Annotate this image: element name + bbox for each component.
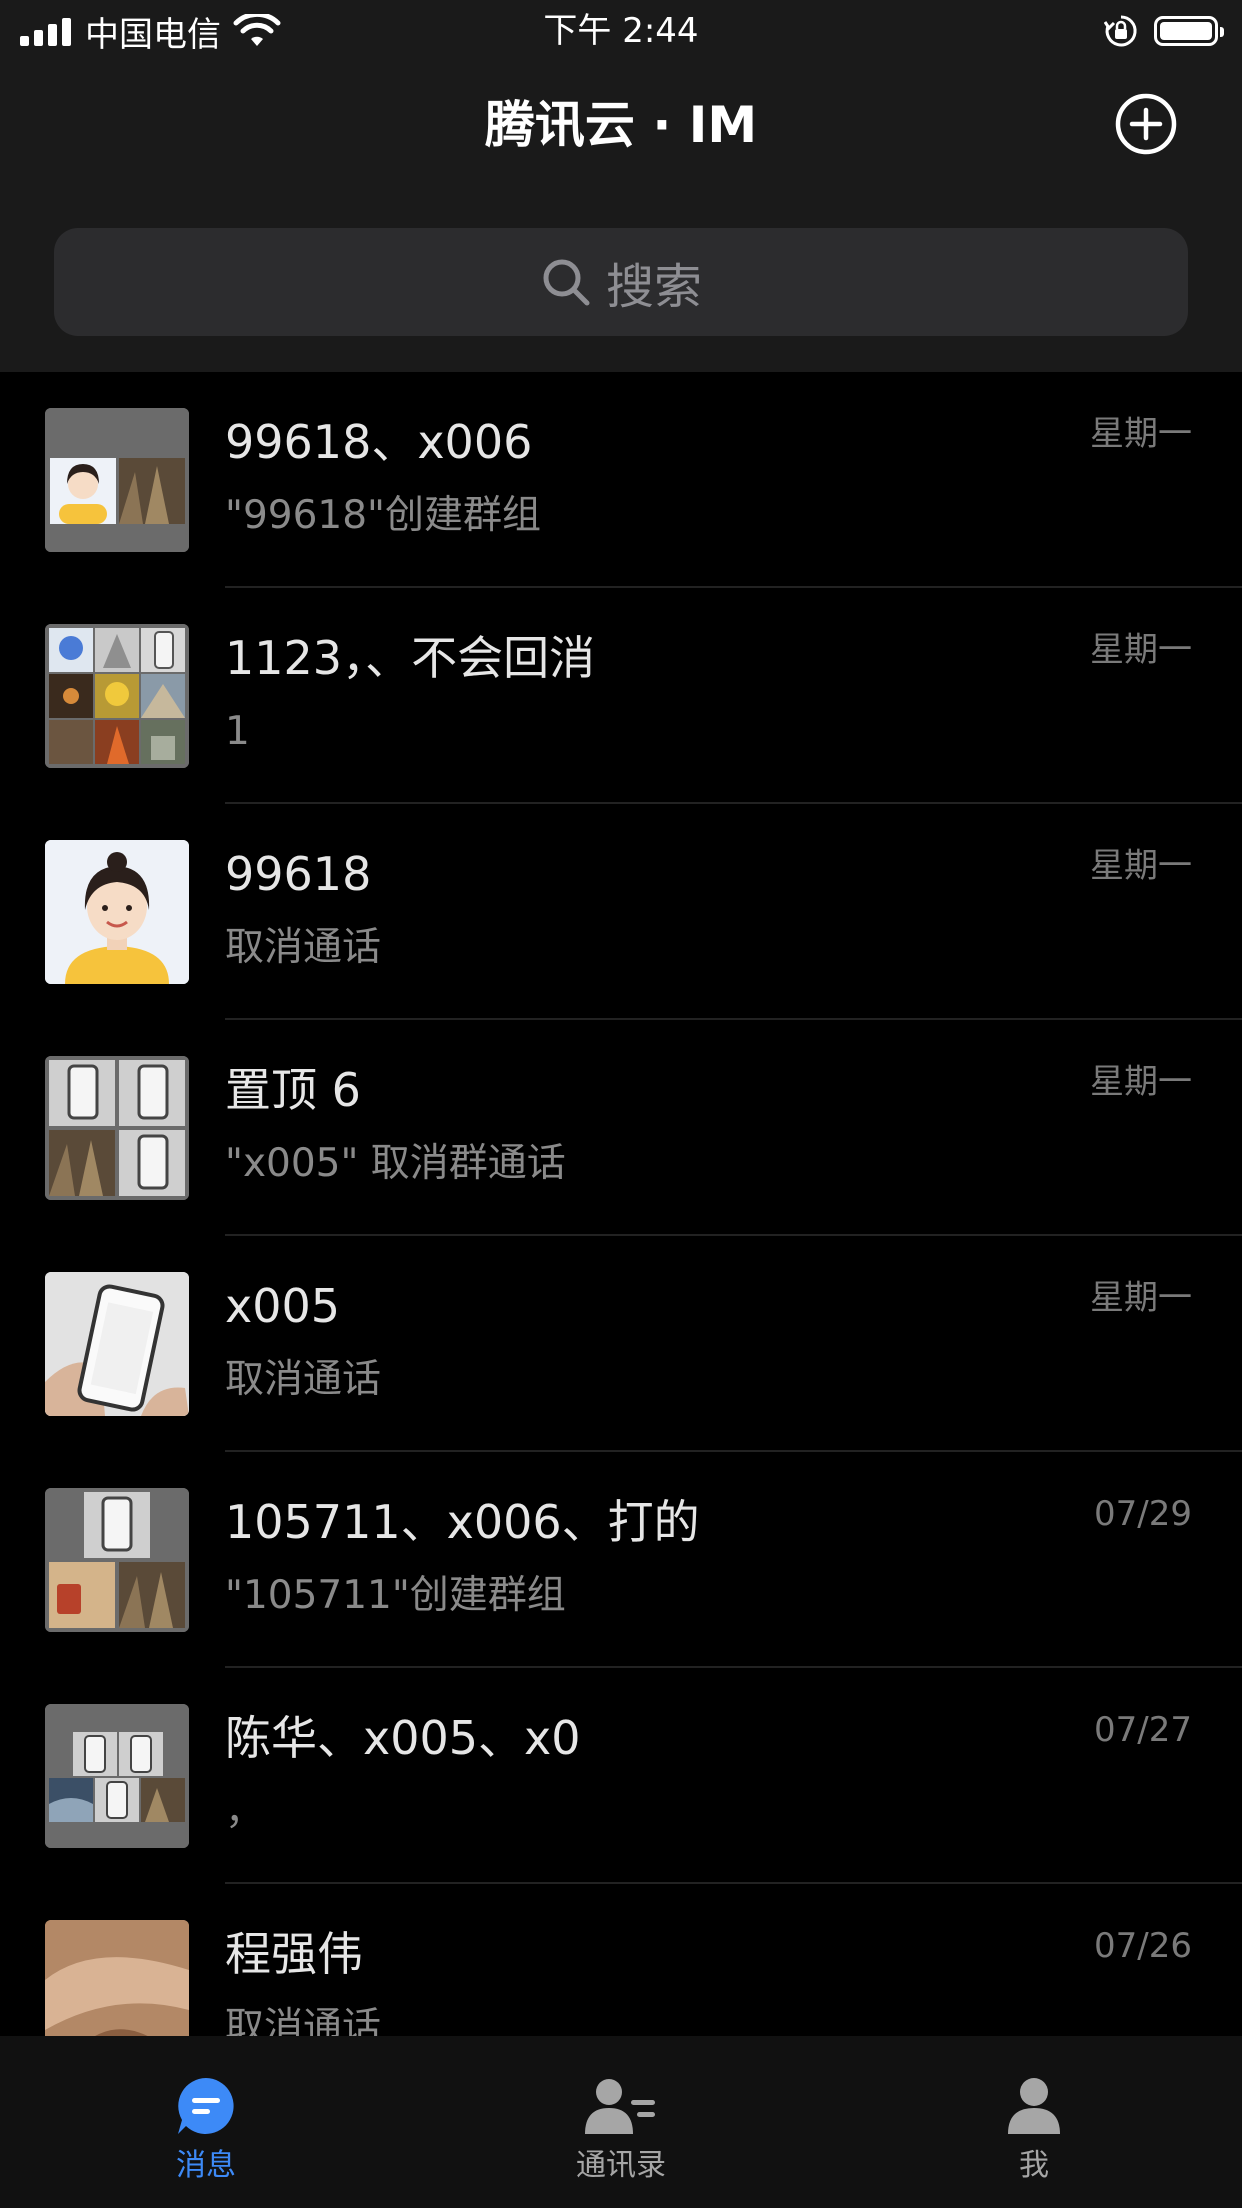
message-icon	[178, 2078, 234, 2134]
status-right	[1104, 10, 1224, 52]
conversation-last-message: "105711"创建群组	[225, 1573, 566, 1618]
search-icon	[543, 259, 590, 306]
conversation-item[interactable]: 陈华、x005、x0 ， 07/27	[0, 1668, 1242, 1884]
conversation-last-message: ，	[225, 1789, 265, 1834]
conversation-last-message: 取消通话	[225, 925, 382, 970]
conversation-time: 星期一	[1090, 1062, 1192, 1102]
add-circle-icon[interactable]	[1114, 92, 1178, 156]
search-input[interactable]: 搜索	[54, 228, 1188, 336]
group-avatar	[45, 1488, 189, 1632]
conversation-name: 99618、x006	[225, 415, 533, 469]
tab-messages[interactable]: 消息	[116, 2076, 296, 2196]
tab-label: 我	[1019, 2148, 1049, 2183]
conversation-item[interactable]: 1123，、不会回消 1 星期一	[0, 588, 1242, 804]
user-avatar	[45, 1920, 189, 2036]
conversation-time: 星期一	[1090, 630, 1192, 670]
conversation-item[interactable]: 99618、x006 "99618"创建群组 星期一	[0, 372, 1242, 588]
conversation-name: 程强伟	[225, 1927, 363, 1981]
conversation-time: 07/29	[1094, 1494, 1192, 1534]
tab-bar: 消息 通讯录 我	[0, 2036, 1242, 2208]
conversation-name: x005	[225, 1279, 341, 1333]
tab-label: 通讯录	[576, 2148, 666, 2183]
conversation-name: 置顶 6	[225, 1063, 361, 1117]
rotation-lock-icon	[1104, 15, 1137, 47]
conversation-last-message: 1	[225, 709, 250, 754]
conversation-name: 1123，、不会回消	[225, 631, 596, 685]
conversation-name: 105711、x006、打的	[225, 1495, 700, 1549]
status-time: 下午 2:44	[543, 11, 699, 51]
user-avatar	[45, 840, 189, 984]
conversation-last-message: "x005" 取消群通话	[225, 1141, 566, 1186]
group-avatar	[45, 408, 189, 552]
battery-icon	[1154, 16, 1224, 46]
contacts-icon	[585, 2079, 655, 2134]
group-avatar	[45, 624, 189, 768]
conversation-last-message: 取消通话	[225, 2005, 382, 2036]
group-avatar	[45, 1704, 189, 1848]
conversation-last-message: "99618"创建群组	[225, 493, 541, 538]
conversation-item[interactable]: 99618 取消通话 星期一	[0, 804, 1242, 1020]
user-avatar	[45, 1272, 189, 1416]
conversation-time: 星期一	[1090, 1278, 1192, 1318]
conversation-time: 星期一	[1090, 846, 1192, 886]
tab-contacts[interactable]: 通讯录	[531, 2076, 711, 2196]
conversation-last-message: 取消通话	[225, 1357, 382, 1402]
conversation-time: 星期一	[1090, 414, 1192, 454]
conversation-item[interactable]: 置顶 6 "x005" 取消群通话 星期一	[0, 1020, 1242, 1236]
conversation-time: 07/26	[1094, 1926, 1192, 1966]
page-title: 腾讯云 · IM	[484, 96, 758, 154]
tab-me[interactable]: 我	[944, 2076, 1124, 2196]
profile-icon	[1008, 2078, 1060, 2134]
conversation-name: 99618	[225, 847, 372, 901]
conversation-item[interactable]: 105711、x006、打的 "105711"创建群组 07/29	[0, 1452, 1242, 1668]
nav-bar: 腾讯云 · IM 搜索	[0, 62, 1242, 372]
status-bar: 中国电信 下午 2:44	[0, 0, 1242, 62]
conversation-item[interactable]: x005 取消通话 星期一	[0, 1236, 1242, 1452]
conversation-item[interactable]: 程强伟 取消通话 07/26	[0, 1884, 1242, 2036]
conversation-name: 陈华、x005、x0	[225, 1711, 581, 1765]
search-placeholder: 搜索	[605, 259, 702, 315]
group-avatar	[45, 1056, 189, 1200]
conversation-list[interactable]: 99618、x006 "99618"创建群组 星期一 1123，、不会回消 1 …	[0, 372, 1242, 2036]
tab-label: 消息	[176, 2148, 236, 2183]
conversation-time: 07/27	[1094, 1710, 1192, 1750]
